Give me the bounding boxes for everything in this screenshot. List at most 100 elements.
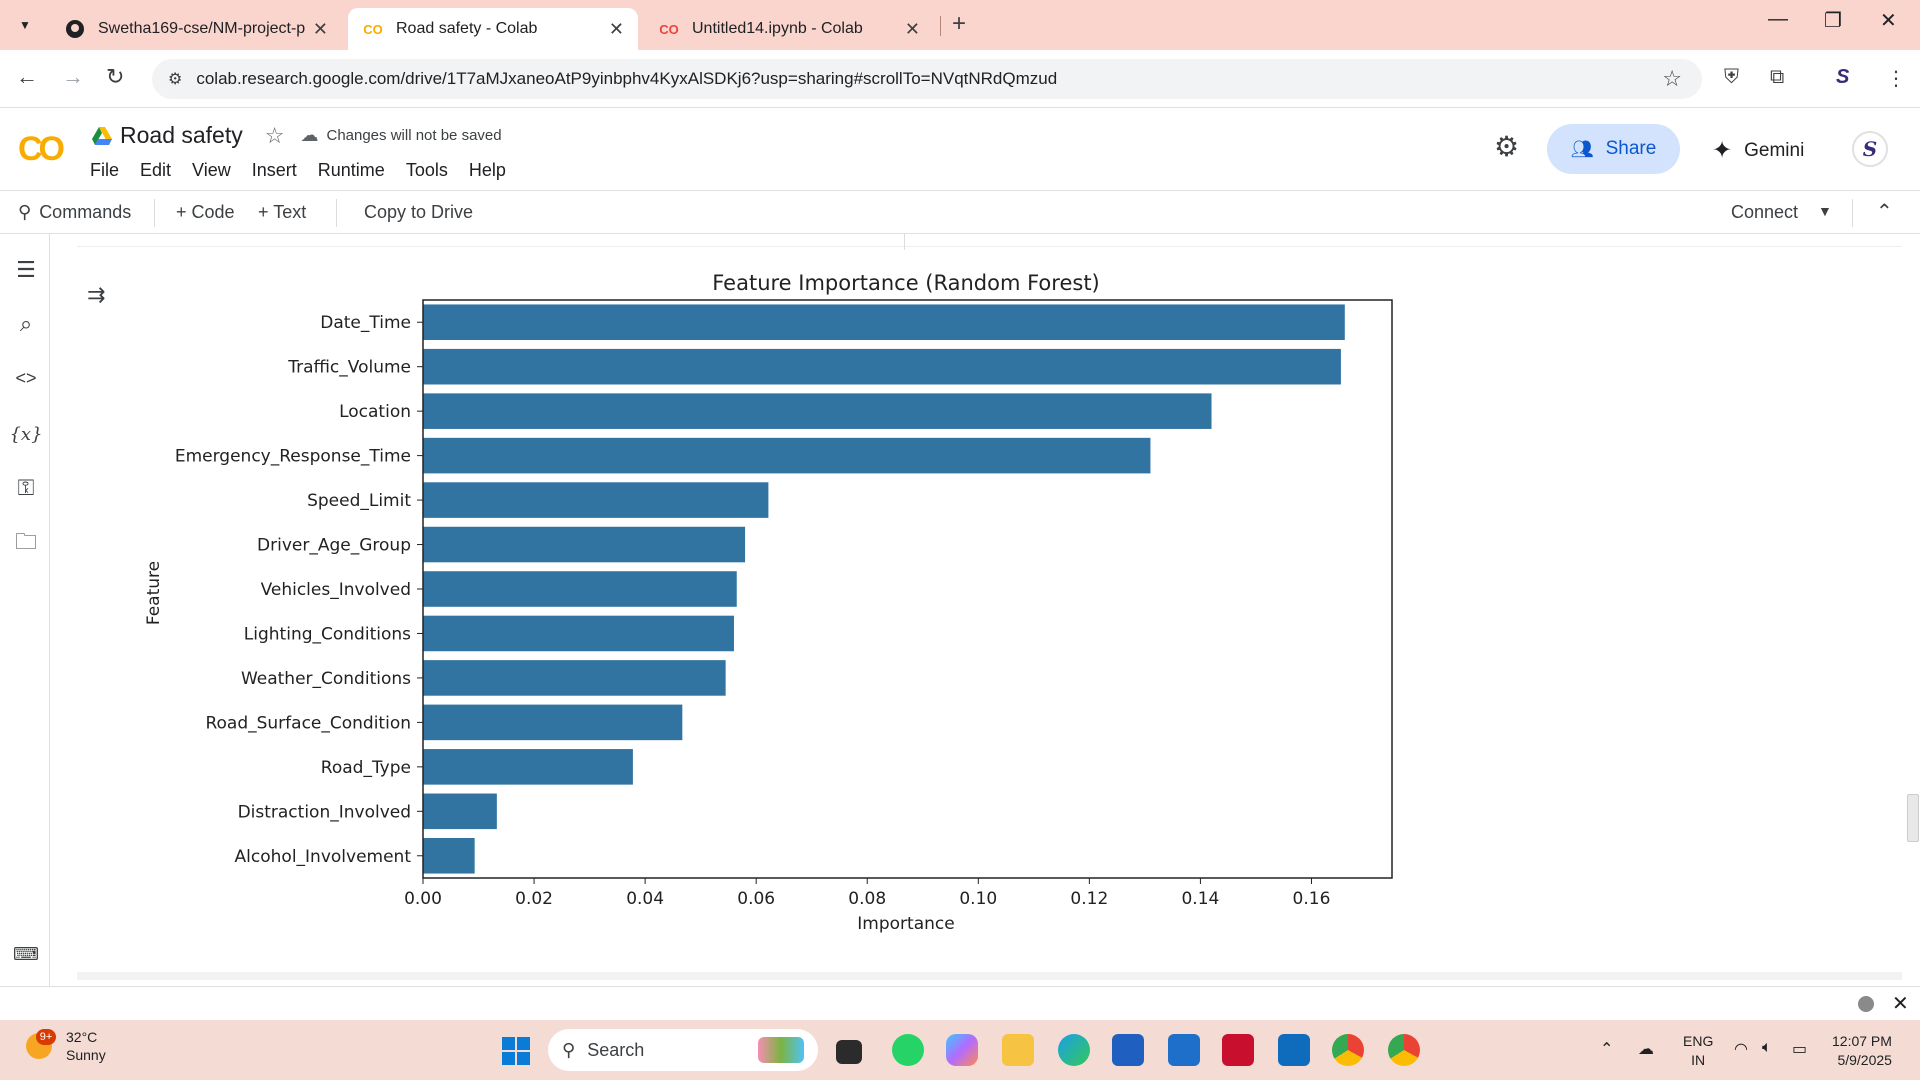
minimize-icon[interactable]: — — [1768, 8, 1788, 31]
tab-road-safety[interactable]: CO Road safety - Colab ✕ — [348, 8, 638, 50]
forward-icon[interactable]: → — [62, 64, 84, 90]
task-view-icon[interactable] — [836, 1040, 862, 1064]
y-tick-label: Vehicles_Involved — [261, 580, 411, 600]
browser-toolbar: ← → ↻ ⚙ colab.research.google.com/drive/… — [0, 50, 1920, 108]
colab-header: CO Road safety ☆ ☁ Changes will not be s… — [0, 108, 1920, 190]
x-tick-label: 0.16 — [1293, 889, 1331, 909]
bar-road-surface-condition — [423, 704, 683, 741]
bar-vehicles-involved — [423, 571, 737, 607]
y-tick-label: Road_Surface_Condition — [205, 713, 411, 733]
menu-tools[interactable]: Tools — [406, 160, 448, 181]
language-primary: ENG — [1683, 1033, 1714, 1049]
language-secondary: IN — [1691, 1052, 1706, 1068]
reload-icon[interactable]: ↻ — [106, 64, 124, 90]
restore-icon[interactable]: ❐ — [1824, 8, 1842, 33]
star-icon[interactable]: ☆ — [265, 123, 285, 149]
scrollbar-thumb[interactable] — [1907, 794, 1919, 842]
toolbar-divider — [336, 199, 337, 227]
terminal-icon[interactable]: ⌨ — [12, 940, 40, 968]
add-code-button[interactable]: + Code — [176, 202, 235, 223]
code-snippets-icon[interactable]: <> — [12, 364, 40, 392]
search-icon: ⚲ — [18, 202, 32, 222]
menu-help[interactable]: Help — [469, 160, 506, 181]
colab-logo[interactable]: CO — [18, 130, 65, 169]
gemini-button[interactable]: ✦ Gemini — [1712, 136, 1804, 165]
window-close-icon[interactable]: ✕ — [1880, 8, 1897, 33]
notebook-area: ⇉ Feature Importance (Random Forest) Imp… — [51, 234, 1920, 986]
wifi-icon[interactable]: ◠ — [1734, 1039, 1748, 1059]
onedrive-cloud-icon[interactable]: ☁ — [1638, 1039, 1654, 1059]
kebab-menu-icon[interactable]: ⋮ — [1886, 66, 1906, 91]
close-icon[interactable]: ✕ — [313, 19, 328, 40]
copilot-icon[interactable] — [946, 1034, 978, 1066]
new-tab-button[interactable]: + — [952, 10, 966, 38]
y-tick-label: Speed_Limit — [307, 491, 411, 511]
mcafee-icon[interactable] — [1222, 1034, 1254, 1066]
language-indicator[interactable]: ENG IN — [1683, 1032, 1713, 1070]
system-clock[interactable]: 12:07 PM 5/9/2025 — [1832, 1032, 1892, 1070]
commands-button[interactable]: ⚲ Commands — [18, 202, 131, 223]
close-icon[interactable]: ✕ — [609, 19, 624, 40]
menu-insert[interactable]: Insert — [252, 160, 297, 181]
site-info-icon[interactable]: ⚙ — [168, 69, 182, 89]
menu-view[interactable]: View — [192, 160, 231, 181]
microsoft-store-icon[interactable] — [1112, 1034, 1144, 1066]
chrome-profile-icon[interactable] — [1388, 1034, 1420, 1066]
windows-start-icon[interactable] — [502, 1037, 530, 1065]
weather-widget[interactable]: 9+ 32°C Sunny — [26, 1028, 106, 1064]
account-avatar[interactable]: S — [1852, 131, 1888, 167]
extensions-puzzle-icon[interactable]: ⧉ — [1770, 66, 1784, 89]
back-icon[interactable]: ← — [16, 64, 38, 90]
y-tick-label: Distraction_Involved — [238, 802, 411, 822]
files-folder-icon[interactable]: 🗀 — [12, 529, 40, 558]
x-tick-label: 0.04 — [626, 889, 664, 909]
browser-tab-strip: ▼ Swetha169-cse/NM-project-ph ✕ CO Road … — [0, 0, 1920, 50]
variables-icon[interactable]: {x} — [9, 420, 42, 448]
chevron-down-icon[interactable]: ▼ — [1818, 203, 1832, 219]
taskbar-search[interactable]: ⚲ Search — [548, 1029, 818, 1071]
connect-button[interactable]: Connect — [1731, 202, 1798, 223]
address-bar[interactable]: ⚙ colab.research.google.com/drive/1T7aMJ… — [152, 59, 1702, 99]
clock-date: 5/9/2025 — [1837, 1052, 1892, 1068]
copy-to-drive-button[interactable]: Copy to Drive — [364, 202, 473, 223]
profile-avatar[interactable]: S — [1836, 66, 1849, 89]
table-of-contents-icon[interactable]: ☰ — [12, 256, 40, 284]
y-tick-label: Alcohol_Involvement — [235, 847, 412, 867]
y-tick-label: Location — [339, 402, 411, 422]
tab-github[interactable]: Swetha169-cse/NM-project-ph ✕ — [50, 8, 342, 50]
bar-speed-limit — [423, 482, 769, 518]
chevron-up-icon[interactable]: ⌃ — [1600, 1039, 1613, 1059]
close-icon[interactable]: ✕ — [905, 19, 920, 40]
bookmark-star-icon[interactable]: ☆ — [1662, 66, 1682, 92]
search-highlight-icon — [758, 1037, 804, 1063]
y-tick-label: Road_Type — [321, 758, 411, 778]
dell-icon[interactable] — [1168, 1034, 1200, 1066]
menu-file[interactable]: File — [90, 160, 119, 181]
bar-date-time — [423, 304, 1345, 341]
notebook-name[interactable]: Road safety — [120, 122, 243, 149]
shield-extension-icon[interactable]: ⛨ — [1724, 66, 1739, 89]
battery-icon[interactable]: ▭ — [1792, 1039, 1807, 1059]
menu-runtime[interactable]: Runtime — [318, 160, 385, 181]
chevron-up-icon[interactable]: ⌃ — [1876, 199, 1893, 224]
close-icon[interactable]: ✕ — [1892, 991, 1909, 1016]
edge-icon[interactable] — [1058, 1034, 1090, 1066]
file-explorer-icon[interactable] — [1002, 1034, 1034, 1066]
bar-lighting-conditions — [423, 615, 734, 652]
menu-bar: File Edit View Insert Runtime Tools Help — [90, 160, 527, 181]
share-button[interactable]: 👥︎ Share — [1547, 124, 1680, 174]
find-icon[interactable]: ⌕ — [12, 310, 40, 338]
volume-icon[interactable]: 🔈︎ — [1762, 1039, 1772, 1057]
add-text-button[interactable]: + Text — [258, 202, 306, 223]
tab-search-button[interactable]: ▼ — [10, 10, 40, 40]
settings-gear-icon[interactable]: ⚙ — [1494, 130, 1519, 163]
tab-untitled14[interactable]: CO Untitled14.ipynb - Colab ✕ — [644, 8, 934, 50]
y-tick-label: Date_Time — [320, 313, 411, 333]
outlook-icon[interactable] — [1278, 1034, 1310, 1066]
secrets-key-icon[interactable]: ⚿ — [12, 474, 40, 502]
google-drive-icon — [92, 126, 112, 145]
chrome-icon[interactable] — [1332, 1034, 1364, 1066]
menu-edit[interactable]: Edit — [140, 160, 171, 181]
colab-icon: CO — [363, 21, 383, 37]
whatsapp-icon[interactable] — [892, 1034, 924, 1066]
